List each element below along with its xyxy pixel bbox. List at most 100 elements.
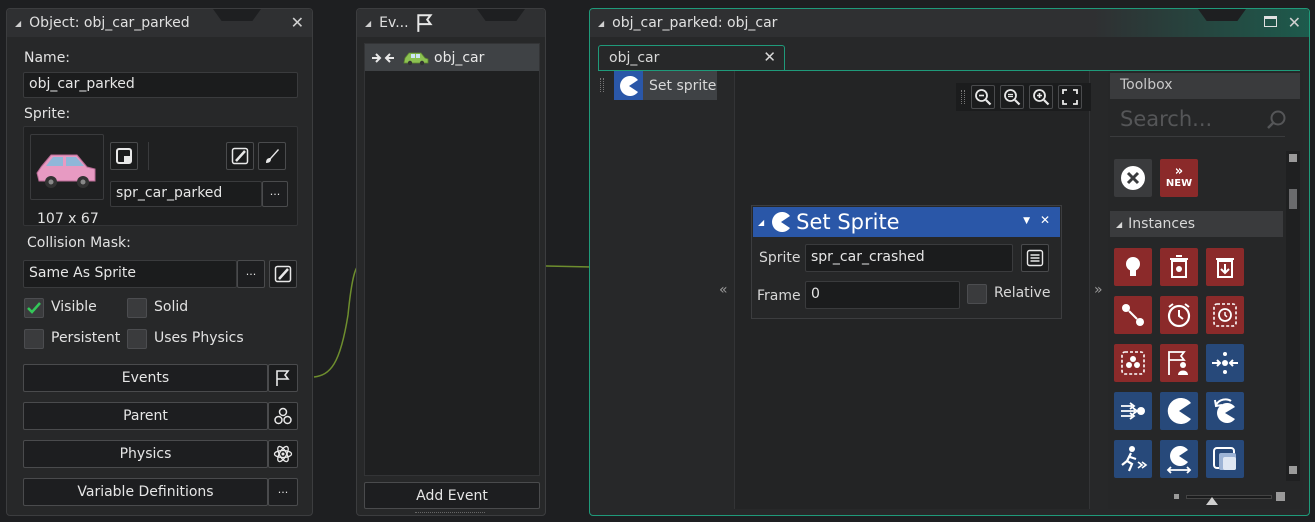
events-flag-button[interactable] xyxy=(268,364,298,392)
physics-button[interactable]: Physics xyxy=(23,440,268,468)
search-input[interactable]: Search... xyxy=(1120,107,1212,131)
uses-physics-checkbox[interactable] xyxy=(127,329,147,349)
node-frame-field[interactable]: 0 xyxy=(805,281,960,309)
parent-hierarchy-button[interactable] xyxy=(268,402,298,430)
object-panel-title: Object: obj_car_parked xyxy=(29,15,190,31)
tab-close-icon[interactable]: ✕ xyxy=(763,48,776,66)
action-list-item-label: Set sprite xyxy=(649,77,717,94)
new-button[interactable]: » NEW xyxy=(1160,159,1198,197)
node-sprite-field[interactable]: spr_car_crashed xyxy=(805,244,1013,272)
collapse-left-icon[interactable]: « xyxy=(719,282,728,298)
collapse-triangle-icon[interactable]: ◢ xyxy=(1116,220,1122,229)
persistent-label: Persistent xyxy=(51,330,121,346)
sprite-preview[interactable] xyxy=(30,134,104,200)
object-panel: ◢ Object: obj_car_parked ✕ Name: obj_car… xyxy=(6,8,313,516)
destroy-instance-button[interactable] xyxy=(1160,248,1198,286)
brush-icon xyxy=(266,149,279,163)
pacman-icon xyxy=(772,212,791,232)
zoom-out-button[interactable] xyxy=(971,85,995,109)
tab-obj-car[interactable]: obj_car ✕ xyxy=(598,45,785,70)
pacman-scale-icon xyxy=(1166,446,1192,474)
zoom-in-button[interactable] xyxy=(1029,85,1053,109)
zoom-reset-button[interactable] xyxy=(1000,85,1024,109)
node-frame-label: Frame xyxy=(757,288,801,304)
node-sprite-browse-button[interactable] xyxy=(1021,244,1049,272)
change-instance-button[interactable] xyxy=(1114,296,1152,334)
resize-grip[interactable] xyxy=(415,512,485,514)
edit-sprite-button[interactable] xyxy=(258,142,286,170)
close-icon[interactable]: ✕ xyxy=(1288,13,1301,32)
persistent-checkbox[interactable] xyxy=(24,329,44,349)
zoom-toolbar xyxy=(956,83,1091,111)
flag-icon xyxy=(276,370,290,386)
collision-browse-button[interactable]: ··· xyxy=(237,260,265,288)
variable-definitions-more-button[interactable]: ··· xyxy=(268,478,298,506)
set-sprite-button[interactable] xyxy=(1160,392,1198,430)
instance-exists-button[interactable] xyxy=(1160,344,1198,382)
collision-mask-field[interactable]: Same As Sprite xyxy=(23,260,237,288)
object-panel-titlebar[interactable]: ◢ Object: obj_car_parked ✕ xyxy=(7,9,312,37)
event-item[interactable]: obj_car xyxy=(365,44,539,71)
scroll-thumb[interactable] xyxy=(1289,189,1297,209)
zoom-out-icon xyxy=(975,89,992,106)
fit-to-screen-button[interactable] xyxy=(1058,85,1082,109)
search-icon[interactable] xyxy=(1266,109,1288,131)
node-header[interactable]: ◢ Set Sprite ▼ ✕ xyxy=(753,207,1060,237)
drag-grip-icon[interactable] xyxy=(961,90,965,104)
toolbox-scrollbar[interactable] xyxy=(1286,151,1300,481)
drag-grip-icon[interactable] xyxy=(600,78,604,92)
name-field[interactable]: obj_car_parked xyxy=(23,72,298,98)
collapse-triangle-icon[interactable]: ◢ xyxy=(598,19,604,28)
scale-sprite-button[interactable] xyxy=(1160,440,1198,478)
get-alarm-button[interactable] xyxy=(1206,296,1244,334)
pacman-icon xyxy=(1167,398,1191,424)
physics-atom-button[interactable] xyxy=(268,440,298,468)
move-towards-button[interactable] xyxy=(1206,344,1244,382)
set-alpha-button[interactable] xyxy=(1206,440,1244,478)
close-icon[interactable]: ✕ xyxy=(291,13,304,32)
instance-count-button[interactable] xyxy=(1114,344,1152,382)
set-alarm-button[interactable] xyxy=(1160,296,1198,334)
instances-section-header[interactable]: ◢ Instances xyxy=(1110,211,1283,237)
new-sprite-button[interactable] xyxy=(110,142,138,170)
clear-button[interactable] xyxy=(1114,159,1152,197)
destroy-at-position-button[interactable] xyxy=(1206,248,1244,286)
node-sprite-label: Sprite xyxy=(759,250,801,266)
toolbox-search[interactable]: Search... xyxy=(1110,103,1288,137)
collision-edit-button[interactable] xyxy=(269,260,297,288)
visible-checkbox[interactable] xyxy=(24,298,44,318)
slider-thumb-icon[interactable] xyxy=(1206,497,1218,505)
create-instance-button[interactable] xyxy=(1114,248,1152,286)
node-close-icon[interactable]: ✕ xyxy=(1040,213,1050,227)
collapse-right-icon[interactable]: » xyxy=(1094,282,1103,298)
scroll-down-icon[interactable] xyxy=(1289,466,1297,474)
change-arrow-icon xyxy=(1122,304,1144,326)
checkmark-icon xyxy=(27,302,41,314)
sprite-browse-button[interactable]: ··· xyxy=(262,181,288,207)
set-sprite-node[interactable]: ◢ Set Sprite ▼ ✕ Sprite spr_car_crashed … xyxy=(751,205,1062,319)
parent-button[interactable]: Parent xyxy=(23,402,268,430)
solid-checkbox[interactable] xyxy=(127,298,147,318)
set-speed-button[interactable] xyxy=(1114,392,1152,430)
collapse-triangle-icon[interactable]: ◢ xyxy=(758,218,764,227)
variable-definitions-button[interactable]: Variable Definitions xyxy=(23,478,268,506)
editor-title: obj_car_parked: obj_car xyxy=(612,15,778,31)
node-menu-icon[interactable]: ▼ xyxy=(1023,216,1030,226)
collapse-triangle-icon[interactable]: ◢ xyxy=(365,19,371,28)
collapse-triangle-icon[interactable]: ◢ xyxy=(15,19,21,28)
scroll-up-icon[interactable] xyxy=(1289,154,1297,162)
toolbox-zoom-slider[interactable] xyxy=(1174,491,1285,505)
maximize-icon[interactable] xyxy=(1264,16,1277,27)
rotate-sprite-button[interactable] xyxy=(1206,392,1244,430)
sprite-field[interactable]: spr_car_parked xyxy=(110,181,262,207)
set-animation-speed-button[interactable] xyxy=(1114,440,1152,478)
trash-icon xyxy=(1170,255,1188,278)
node-canvas[interactable]: ◢ Set Sprite ▼ ✕ Sprite spr_car_crashed … xyxy=(734,71,1091,509)
events-panel-title: Ev... xyxy=(379,15,409,31)
add-event-button[interactable]: Add Event xyxy=(364,482,540,509)
edit-image-icon xyxy=(231,147,249,165)
action-list-item[interactable]: Set sprite xyxy=(614,71,717,100)
relative-checkbox[interactable] xyxy=(967,284,987,304)
edit-sprite-image-button[interactable] xyxy=(226,142,254,170)
events-button[interactable]: Events xyxy=(23,364,268,392)
